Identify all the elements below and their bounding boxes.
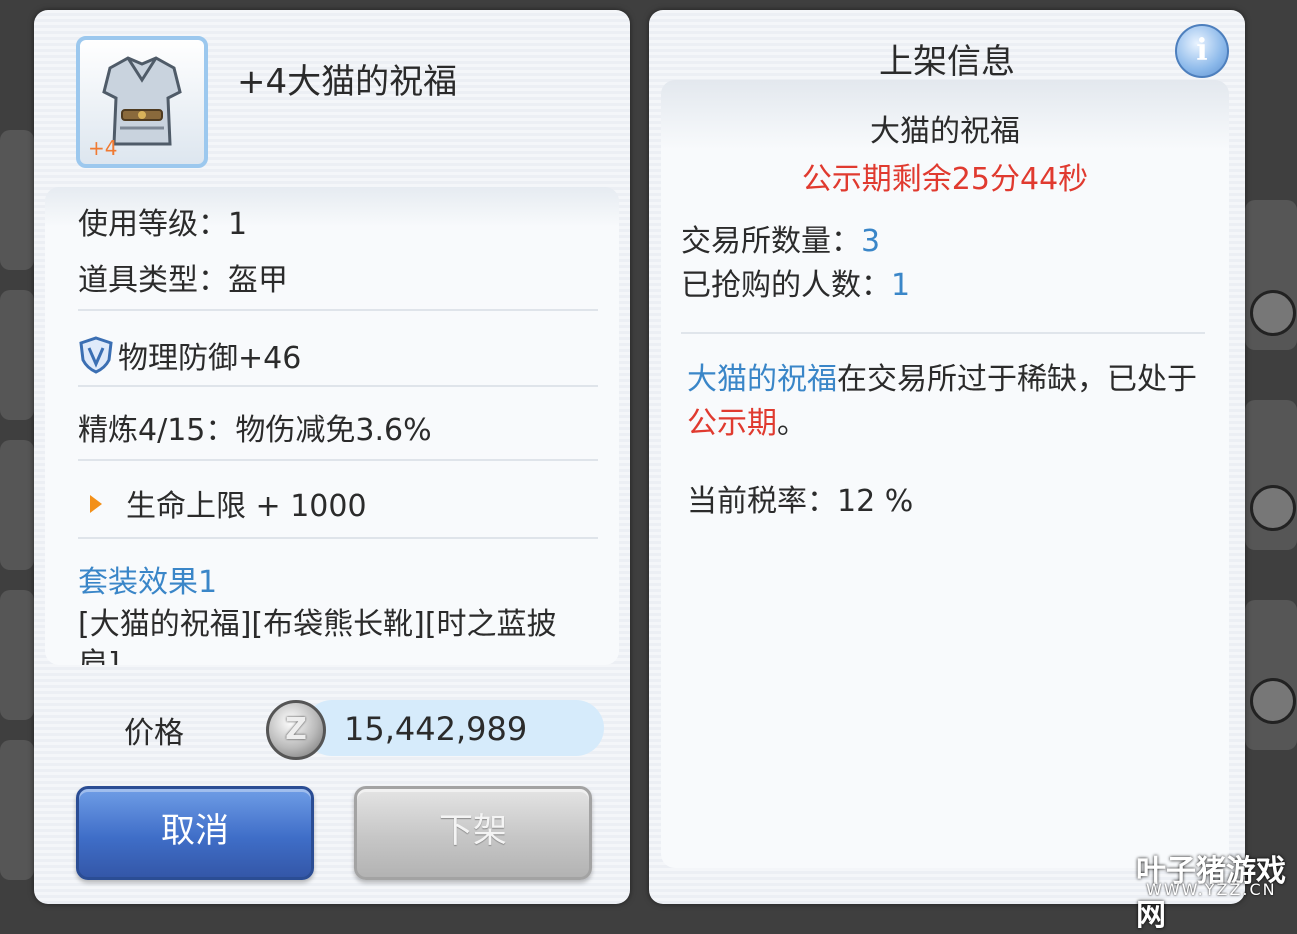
item-type: 道具类型：盔甲 [78, 263, 288, 298]
exchange-count-label: 交易所数量： [681, 224, 861, 259]
listing-item-name: 大猫的祝福 [870, 114, 1020, 149]
bg-list-item [0, 740, 34, 880]
notice-period: 公示期 [687, 406, 777, 441]
publicity-countdown: 公示期剩余25分44秒 [801, 162, 1089, 197]
cancel-button[interactable]: 取消 [76, 786, 314, 880]
bg-list-item [0, 130, 34, 270]
item-name: +4大猫的祝福 [237, 62, 458, 102]
item-stats-box[interactable]: 使用等级：1 道具类型：盔甲 物理防御+46 精炼4/15：物伤减免3.6% 生… [45, 187, 619, 665]
physical-defense: 物理防御+46 [118, 341, 302, 376]
watermark-url: WWW.YZZ.CN [1146, 880, 1277, 899]
set-items-list: [大猫的祝福][布袋熊长靴][时之蓝披肩] [78, 607, 557, 665]
shield-icon [79, 336, 113, 374]
notice-end: 。 [777, 406, 807, 441]
divider [78, 537, 598, 539]
use-level: 使用等级：1 [78, 207, 248, 242]
bg-coin-icon [1250, 290, 1296, 336]
bg-coin-icon [1250, 678, 1296, 724]
price-value: 15,442,989 [344, 710, 528, 748]
set-effect-title: 套装效果1 [78, 565, 218, 600]
item-icon-slot[interactable]: +4 [76, 36, 208, 168]
refine-badge: +4 [88, 136, 118, 160]
tax-rate: 当前税率：12 % [687, 484, 914, 519]
divider [78, 309, 598, 311]
buyers-count-label: 已抢购的人数： [681, 268, 891, 303]
exchange-count-row: 交易所数量：3 [681, 216, 880, 260]
refine-stat: 精炼4/15：物伤减免3.6% [78, 413, 432, 448]
divider [78, 459, 598, 461]
info-icon[interactable]: i [1175, 24, 1229, 78]
hp-bonus: 生命上限 + 1000 [126, 489, 367, 524]
price-label: 价格 [124, 716, 184, 751]
physical-defense-row: 物理防御+46 [78, 333, 301, 377]
zeny-coin-icon: Z [266, 700, 326, 760]
listing-info-panel: 上架信息 i 大猫的祝福 公示期剩余25分44秒 交易所数量：3 已抢购的人数：… [649, 10, 1245, 904]
bg-list-item [0, 290, 34, 420]
buyers-count-value: 1 [891, 268, 911, 303]
divider [681, 332, 1205, 334]
bg-coin-icon [1250, 485, 1296, 531]
scarcity-notice: 大猫的祝福在交易所过于稀缺，已处于公示期。 [687, 358, 1217, 446]
notice-text: 在交易所过于稀缺，已处于 [837, 362, 1197, 397]
bg-list-item [0, 440, 34, 570]
listing-info-title: 上架信息 [879, 42, 1015, 82]
divider [78, 385, 598, 387]
item-detail-panel: +4 +4大猫的祝福 使用等级：1 道具类型：盔甲 物理防御+46 精炼4/15… [34, 10, 630, 904]
notice-item-name: 大猫的祝福 [687, 362, 837, 397]
hp-bonus-row: 生命上限 + 1000 [78, 481, 367, 525]
exchange-count-value: 3 [861, 224, 881, 259]
listing-info-box: 大猫的祝福 公示期剩余25分44秒 交易所数量：3 已抢购的人数：1 大猫的祝福… [661, 80, 1229, 868]
bg-list-item [1245, 600, 1297, 750]
delist-button[interactable]: 下架 [354, 786, 592, 880]
bg-list-item [0, 590, 34, 720]
orange-arrow-icon [90, 495, 102, 513]
buyers-count-row: 已抢购的人数：1 [681, 260, 910, 304]
